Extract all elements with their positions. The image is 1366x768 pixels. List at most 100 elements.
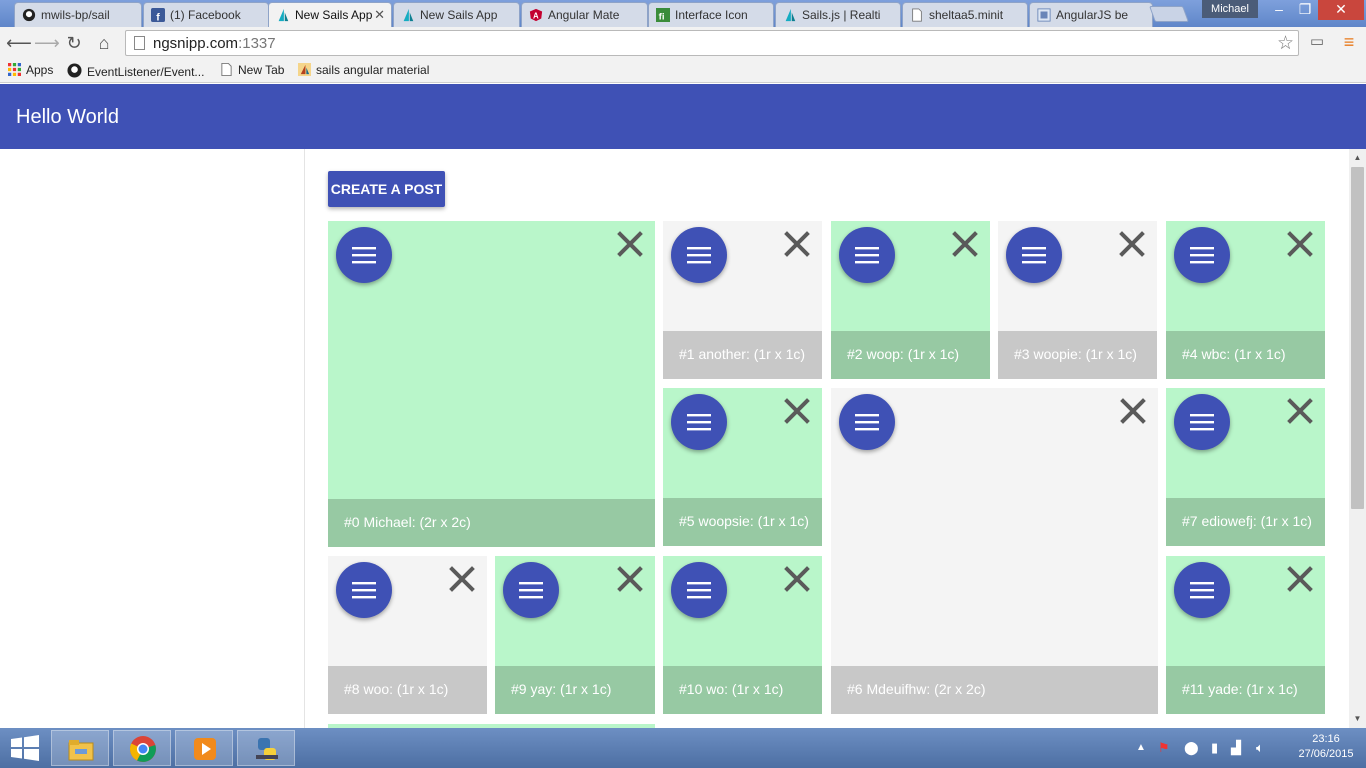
scrollbar-thumb[interactable] [1351,167,1364,509]
security-icon[interactable]: ⬤ [1184,740,1199,756]
flag-warning-icon[interactable]: ⚑ [1158,740,1170,756]
post-tile[interactable]: #1 another: (1r x 1c) [663,221,822,379]
tab-title: Angular Mate [548,8,620,22]
close-icon[interactable] [784,231,810,257]
menu-fab-button[interactable] [839,227,895,283]
close-icon[interactable] [784,398,810,424]
bookmark-sails-angular-material[interactable]: sails angular material [298,63,429,77]
minimize-icon[interactable]: – [1266,0,1292,20]
tile-caption: #10 wo: (1r x 1c) [663,666,822,714]
create-post-button[interactable]: CREATE A POST [328,171,445,207]
tab-title: (1) Facebook [170,8,241,22]
browser-tab[interactable]: AngularJS be [1029,2,1153,27]
profile-user-badge[interactable]: Michael [1202,0,1258,18]
apps-grid-icon [8,63,21,76]
close-icon[interactable] [1287,398,1313,424]
menu-fab-button[interactable] [671,227,727,283]
browser-tab[interactable]: fi Interface Icon [648,2,774,27]
page-scrollbar[interactable]: ▲ ▼ [1349,149,1366,728]
post-tile[interactable]: #11 yade: (1r x 1c) [1166,556,1325,714]
back-arrow-icon[interactable]: ⟵ [6,32,32,54]
menu-fab-button[interactable] [1174,227,1230,283]
close-icon[interactable] [784,566,810,592]
taskbar-file-explorer[interactable] [51,730,109,766]
menu-fab-button[interactable] [671,394,727,450]
battery-icon[interactable]: ▮ [1211,740,1218,756]
post-tile[interactable]: #0 Michael: (2r x 2c) [328,221,655,547]
browser-tab[interactable]: A Angular Mate [521,2,648,27]
taskbar-python[interactable] [237,730,295,766]
github-icon [67,63,82,78]
bookmark-apps[interactable]: Apps [8,63,53,77]
scroll-up-icon[interactable]: ▲ [1349,151,1366,165]
scroll-down-icon[interactable]: ▼ [1349,712,1366,726]
angular-icon: A [529,8,543,22]
home-icon[interactable]: ⌂ [93,32,115,54]
media-player-icon [194,738,216,760]
menu-fab-button[interactable] [671,562,727,618]
post-tile[interactable]: #5 woopsie: (1r x 1c) [663,388,822,546]
sails-icon [785,8,796,22]
menu-fab-button[interactable] [839,394,895,450]
browser-tab[interactable]: sheltaa5.minit [902,2,1028,27]
tab-title: AngularJS be [1056,8,1129,22]
menu-fab-button[interactable] [1174,394,1230,450]
tile-caption: #5 woopsie: (1r x 1c) [663,498,822,546]
tab-title: mwils-bp/sail [41,8,110,22]
close-icon[interactable] [1120,398,1146,424]
bookmark-star-icon[interactable]: ☆ [1277,32,1294,55]
post-tile[interactable]: #8 woo: (1r x 1c) [328,556,487,714]
post-tile[interactable]: #10 wo: (1r x 1c) [663,556,822,714]
menu-fab-button[interactable] [1006,227,1062,283]
close-icon[interactable] [617,231,643,257]
post-tile[interactable]: #9 yay: (1r x 1c) [495,556,655,714]
post-tile[interactable]: #7 ediowefj: (1r x 1c) [1166,388,1325,546]
close-icon[interactable]: ✕ [374,7,385,23]
maximize-icon[interactable]: ❐ [1292,0,1318,20]
browser-tab[interactable]: f (1) Facebook [143,2,269,27]
new-tab-button[interactable] [1149,6,1189,22]
post-tile[interactable]: #6 Mdeuifhw: (2r x 2c) [831,388,1158,714]
extension-icon[interactable]: ▭ [1306,32,1328,54]
post-tile[interactable]: #3 woopie: (1r x 1c) [998,221,1157,379]
browser-tab[interactable]: mwils-bp/sail [14,2,142,27]
tray-expand-icon[interactable]: ▲ [1136,742,1146,753]
svg-text:fi: fi [659,11,665,22]
close-icon[interactable] [617,566,643,592]
menu-hamburger-icon[interactable]: ≡ [1338,32,1360,54]
window-close-icon[interactable]: ✕ [1318,0,1364,20]
browser-tab[interactable]: New Sails App [393,2,520,27]
tab-title: sheltaa5.minit [929,8,1004,22]
facebook-icon: f [151,8,165,22]
close-icon[interactable] [1287,231,1313,257]
bookmark-new-tab[interactable]: New Tab [220,63,284,77]
menu-fab-button[interactable] [1174,562,1230,618]
browser-tab[interactable]: Sails.js | Realti [775,2,901,27]
url-text: ngsnipp.com:1337 [153,35,276,52]
close-icon[interactable] [1119,231,1145,257]
close-icon[interactable] [449,566,475,592]
close-icon[interactable] [1287,566,1313,592]
app-toolbar: Hello World [0,84,1366,149]
windows-start-icon[interactable] [10,735,40,761]
system-clock[interactable]: 23:16 27/06/2015 [1296,732,1356,762]
post-tile[interactable]: #2 woop: (1r x 1c) [831,221,990,379]
taskbar-chrome[interactable] [113,730,171,766]
bookmark-eventlistener[interactable]: EventListener/Event... [67,63,204,79]
file-explorer-icon [68,740,94,761]
taskbar-media-player[interactable] [175,730,233,766]
network-signal-icon[interactable]: ▟ [1231,740,1241,756]
tile-caption: #0 Michael: (2r x 2c) [328,499,655,547]
tab-title: New Sails App [295,8,373,22]
address-bar[interactable]: ngsnipp.com:1337 ☆ [125,30,1299,56]
python-icon [256,738,278,760]
post-tile[interactable]: #4 wbc: (1r x 1c) [1166,221,1325,379]
menu-fab-button[interactable] [503,562,559,618]
volume-icon[interactable]: 🔈︎ [1256,740,1264,756]
reload-icon[interactable]: ↻ [63,32,85,54]
menu-fab-button[interactable] [336,227,392,283]
close-icon[interactable] [952,231,978,257]
menu-fab-button[interactable] [336,562,392,618]
forward-arrow-icon[interactable]: ⟶ [34,32,60,54]
browser-tab-active[interactable]: New Sails App ✕ [268,2,392,27]
